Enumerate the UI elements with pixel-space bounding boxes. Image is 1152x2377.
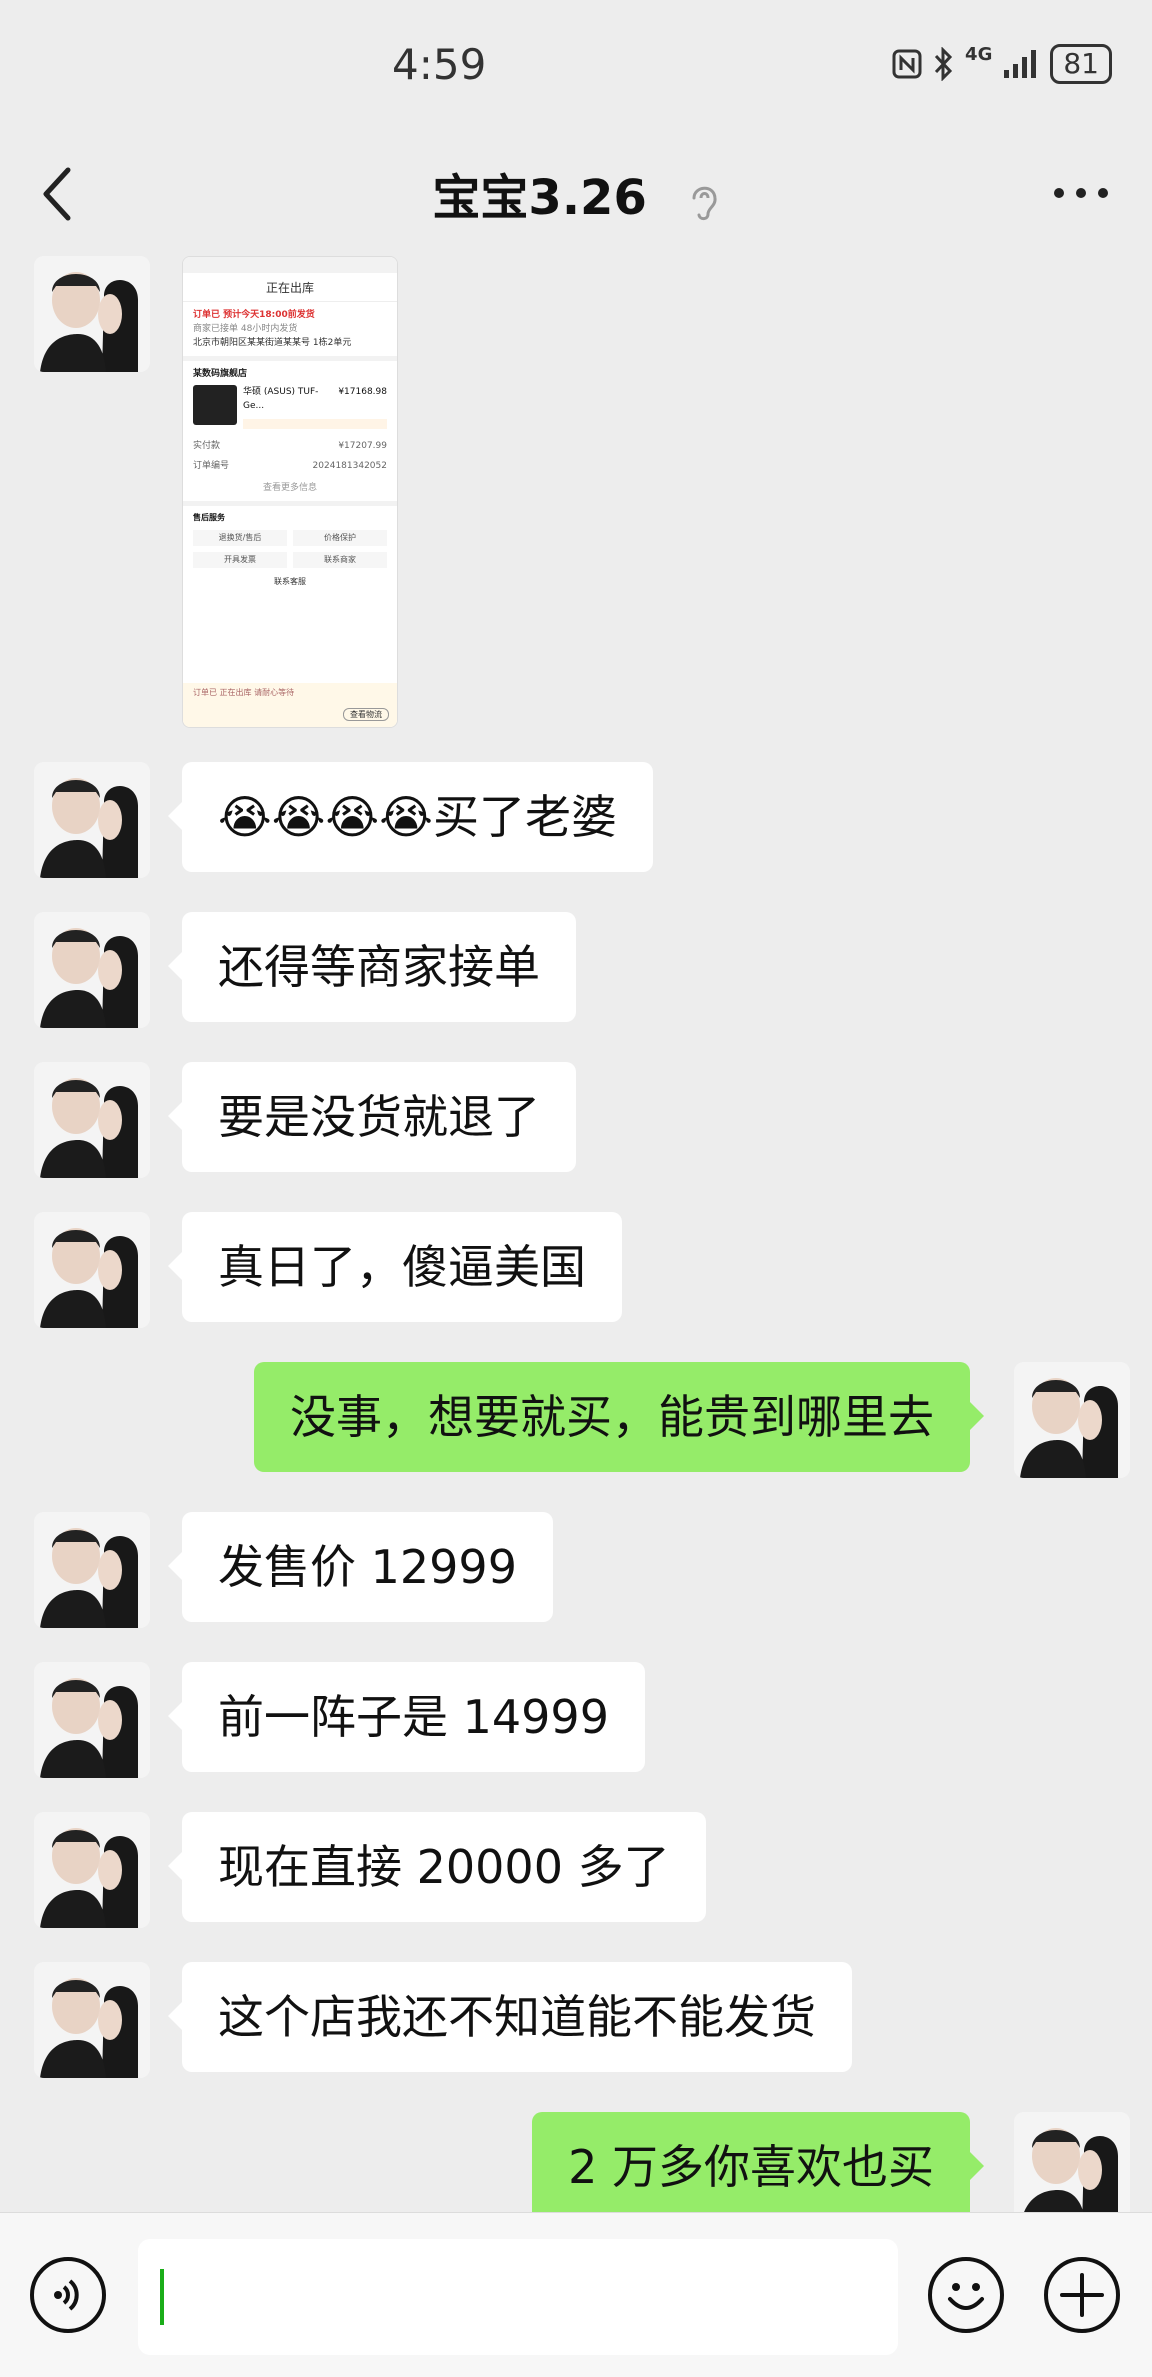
network-label: 4G — [965, 43, 993, 65]
message-row: 现在直接 20000 多了 — [0, 1812, 1152, 1928]
chat-area[interactable]: 正在出库 订单已 预计今天18:00前发货 商家已接单 48小时内发货 北京市朝… — [0, 256, 1152, 2212]
image-message: 正在出库 订单已 预计今天18:00前发货 商家已接单 48小时内发货 北京市朝… — [0, 256, 1152, 728]
incoming-message-bubble[interactable]: 还得等商家接单 — [168, 912, 576, 1022]
ear-icon — [692, 186, 717, 221]
shot-more: 查看更多信息 — [262, 483, 317, 493]
plus-icon[interactable] — [1044, 2257, 1120, 2333]
avatar[interactable] — [34, 256, 150, 372]
voice-icon[interactable] — [30, 2257, 106, 2333]
shot-total-label: 实付款 — [193, 441, 221, 451]
signal-icon — [1004, 50, 1037, 78]
nfc-icon — [892, 49, 922, 79]
message-row: 前一阵子是 14999 — [0, 1662, 1152, 1778]
shot-order-label: 订单编号 — [193, 461, 230, 471]
avatar[interactable] — [34, 762, 150, 878]
status-bar: 4:59 4G 81 — [0, 0, 1152, 130]
shot-order-no: 2024181342052 — [312, 461, 387, 471]
avatar[interactable] — [34, 1212, 150, 1328]
incoming-message-bubble[interactable]: 真日了，傻逼美国 — [168, 1212, 622, 1322]
avatar[interactable] — [34, 1062, 150, 1178]
outgoing-message-bubble[interactable]: 没事，想要就买，能贵到哪里去 — [254, 1362, 984, 1472]
message-row: 这个店我还不知道能不能发货 — [0, 1962, 1152, 2078]
shot-product: 华硕 (ASUS) TUF-Ge... — [243, 387, 319, 411]
avatar[interactable] — [34, 1512, 150, 1628]
input-bar — [0, 2212, 1152, 2377]
incoming-message-bubble[interactable]: 现在直接 20000 多了 — [168, 1812, 706, 1922]
shot-address: 北京市朝阳区某某街道某某号 1栋2单元 — [193, 338, 352, 348]
message-row: 真日了，傻逼美国 — [0, 1212, 1152, 1328]
chat-title: 宝宝3.26 — [432, 170, 647, 226]
avatar[interactable] — [34, 1812, 150, 1928]
shot-contact: 联系客服 — [274, 577, 306, 586]
message-row: 要是没货就退了 — [0, 1062, 1152, 1178]
avatar[interactable] — [1014, 2112, 1130, 2212]
shot-svc3: 开具发票 — [193, 552, 287, 568]
message-row: 2 万多你喜欢也买 — [0, 2112, 1152, 2212]
chat-header: 宝宝3.26 — [0, 130, 1152, 256]
shot-footer-note: 订单已 正在出库 请耐心等待 — [193, 688, 295, 697]
message-row: 没事，想要就买，能贵到哪里去 — [0, 1362, 1152, 1478]
text-caret — [160, 2269, 164, 2325]
shot-red-line: 订单已 预计今天18:00前发货 — [193, 310, 315, 320]
outgoing-message-bubble[interactable]: 2 万多你喜欢也买 — [532, 2112, 984, 2212]
emoji-icon[interactable] — [928, 2257, 1004, 2333]
shot-total: ¥17207.99 — [338, 441, 387, 451]
more-icon[interactable] — [1054, 188, 1108, 198]
message-row: 😭😭😭😭买了老婆 — [0, 762, 1152, 878]
incoming-message-bubble[interactable]: 😭😭😭😭买了老婆 — [168, 762, 653, 872]
avatar[interactable] — [34, 912, 150, 1028]
shot-shop: 某数码旗舰店 — [193, 369, 248, 379]
incoming-message-bubble[interactable]: 要是没货就退了 — [168, 1062, 576, 1172]
message-input[interactable] — [138, 2239, 898, 2355]
shot-top-label: 正在出库 — [183, 273, 397, 302]
shared-screenshot[interactable]: 正在出库 订单已 预计今天18:00前发货 商家已接单 48小时内发货 北京市朝… — [182, 256, 398, 728]
chat-title-wrap: 宝宝3.26 — [0, 158, 1152, 228]
message-row: 还得等商家接单 — [0, 912, 1152, 1028]
bluetooth-icon — [934, 47, 953, 81]
shot-sub-line: 商家已接单 48小时内发货 — [193, 324, 298, 334]
shot-product-image — [193, 385, 237, 425]
shot-price: ¥17168.98 — [338, 387, 387, 397]
shot-svc2: 价格保护 — [293, 530, 387, 546]
battery-indicator: 81 — [1050, 44, 1112, 84]
incoming-message-bubble[interactable]: 前一阵子是 14999 — [168, 1662, 645, 1772]
incoming-message-bubble[interactable]: 发售价 12999 — [168, 1512, 553, 1622]
avatar[interactable] — [34, 1962, 150, 2078]
status-time: 4:59 — [392, 40, 487, 89]
avatar[interactable] — [34, 1662, 150, 1778]
shot-svc1: 退换货/售后 — [193, 530, 287, 546]
incoming-message-bubble[interactable]: 这个店我还不知道能不能发货 — [168, 1962, 852, 2072]
status-icons: 4G 81 — [891, 44, 1112, 84]
message-row: 发售价 12999 — [0, 1512, 1152, 1628]
avatar[interactable] — [1014, 1362, 1130, 1478]
shot-service-label: 售后服务 — [193, 513, 225, 522]
shot-footer-btn: 查看物流 — [343, 708, 389, 721]
shot-svc4: 联系商家 — [293, 552, 387, 568]
